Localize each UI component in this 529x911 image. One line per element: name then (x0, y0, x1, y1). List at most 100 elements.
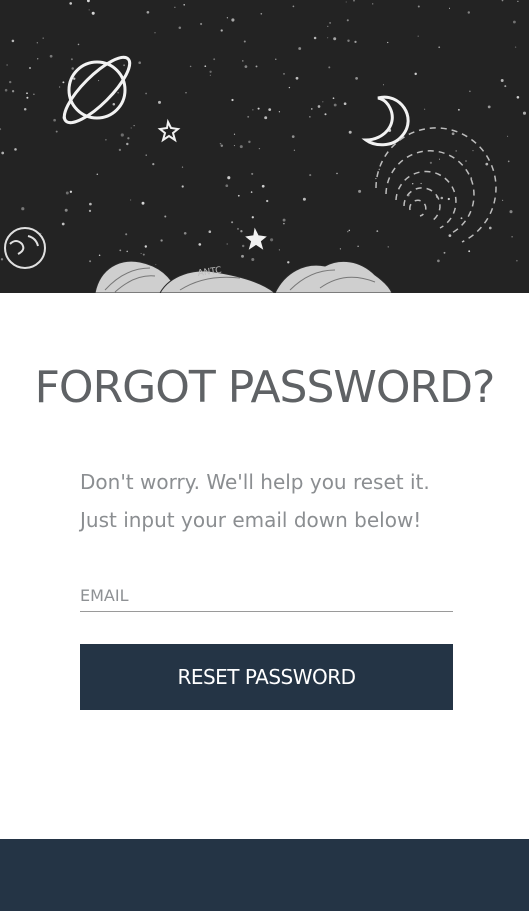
star-dot (241, 244, 245, 248)
star-dot (457, 108, 460, 111)
star-dot (37, 58, 39, 60)
star-dot (372, 3, 374, 5)
star-dot (309, 174, 312, 177)
star-dot (98, 80, 100, 82)
star-dot (174, 6, 176, 8)
star-dot (447, 197, 450, 201)
star-dot (70, 58, 73, 61)
star-dot (437, 259, 440, 263)
star-dot (77, 43, 80, 46)
star-dot (358, 189, 362, 193)
star-dot (55, 130, 58, 133)
reset-password-button[interactable]: RESET PASSWORD (80, 644, 453, 710)
star-dot (127, 137, 130, 140)
star-dot (333, 37, 337, 41)
star-dot (287, 261, 290, 264)
star-dot (347, 230, 349, 233)
star-dot (226, 243, 228, 245)
star-dot (443, 251, 446, 254)
star-dot (258, 147, 261, 150)
star-dot (1, 151, 5, 155)
star-dot (98, 254, 101, 257)
star-dot (225, 184, 229, 188)
star-dot (189, 65, 192, 68)
star-dot (138, 61, 142, 65)
footer-bar (0, 839, 529, 911)
star-dot (353, 0, 355, 2)
star-dot (448, 7, 451, 9)
star-dot (133, 125, 135, 127)
star-dot (141, 201, 145, 205)
star-dot (231, 98, 234, 102)
star-dot (123, 64, 126, 67)
star-dot (200, 22, 203, 26)
star-dot (345, 1, 347, 3)
star-dot (244, 65, 248, 68)
star-dot (460, 217, 463, 220)
star-dot (328, 66, 331, 69)
star-dot (467, 11, 471, 14)
star-dot (9, 80, 12, 84)
star-dot (120, 133, 124, 137)
star-dot (255, 65, 258, 68)
star-dot (343, 102, 347, 106)
star-dot (465, 160, 467, 162)
star-dot (154, 32, 156, 34)
star-dot (451, 132, 455, 136)
star-dot (472, 150, 474, 152)
star-dot (411, 182, 414, 185)
star-dot (420, 182, 422, 185)
star-dot (140, 252, 142, 255)
star-dot (257, 107, 260, 110)
star-dot (295, 76, 299, 80)
forgot-password-page: ANTC FORGOT PASSWORD? Don't worry. We'll… (0, 0, 529, 911)
star-dot (322, 101, 324, 103)
star-dot (118, 148, 122, 152)
star-dot (291, 135, 295, 138)
star-dot (240, 230, 243, 233)
star-dot (26, 92, 28, 95)
star-dot (241, 254, 244, 258)
star-dot (130, 127, 132, 129)
star-dot (243, 40, 246, 43)
star-dot (378, 168, 381, 171)
email-field[interactable] (80, 580, 453, 612)
star-dot (507, 135, 509, 137)
star-dot (26, 96, 29, 99)
star-dot (117, 92, 119, 94)
star-dot (417, 35, 419, 37)
star-dot (129, 199, 132, 201)
star-dot (36, 42, 38, 44)
star-dot (233, 133, 236, 135)
star-dot (144, 245, 147, 248)
star-dot (339, 248, 341, 250)
star-dot (270, 238, 274, 242)
star-dot (6, 64, 8, 66)
star-dot (327, 25, 329, 27)
star-dot (251, 172, 254, 175)
star-dot (283, 222, 285, 225)
star-dot (164, 215, 167, 218)
star-dot (522, 111, 527, 115)
star-dot (237, 227, 239, 230)
star-dot (283, 73, 285, 75)
star-dot (71, 67, 74, 70)
star-dot (145, 92, 147, 95)
star-dot (239, 145, 243, 149)
star-dot (327, 37, 329, 39)
star-dot (119, 249, 122, 252)
star-dot (429, 161, 432, 164)
star-dot (126, 250, 128, 253)
star-dot (268, 108, 272, 111)
star-dot (387, 41, 389, 44)
star-dot (488, 226, 492, 230)
star-dot (204, 65, 207, 68)
star-dot (347, 39, 350, 43)
star-dot (278, 249, 280, 251)
star-dot (112, 103, 116, 106)
star-dot (264, 116, 268, 120)
star-dot (333, 103, 337, 107)
star-dot (487, 105, 491, 109)
star-dot (220, 144, 224, 148)
star-dot (512, 20, 516, 24)
